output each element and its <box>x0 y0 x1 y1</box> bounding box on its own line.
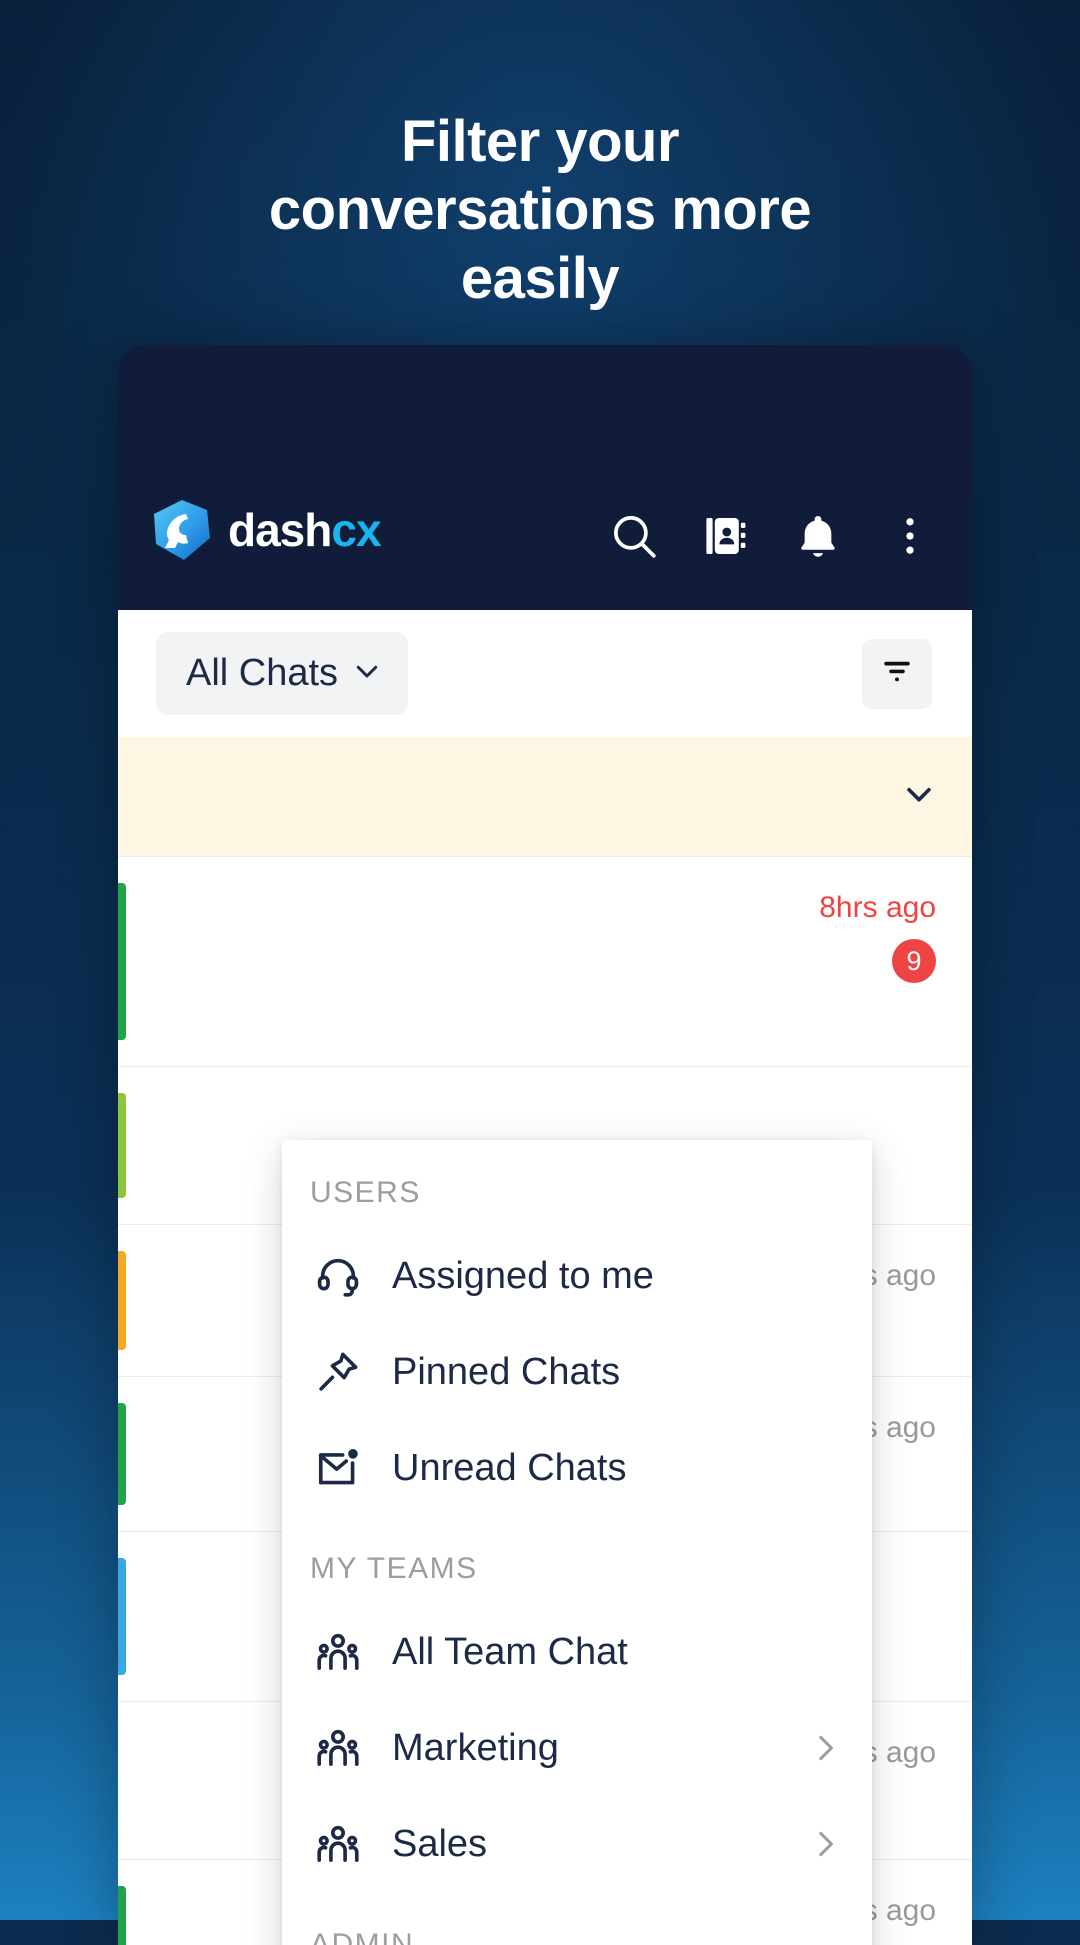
search-icon[interactable] <box>608 510 660 562</box>
menu-item-chevron-right-icon <box>808 1827 842 1861</box>
chat-row[interactable] <box>118 737 972 857</box>
pin-icon <box>312 1346 364 1398</box>
chat-row-status-bar <box>118 1251 126 1350</box>
brand-text-cx: cx <box>331 504 381 556</box>
chevron-down-icon <box>352 656 382 691</box>
chat-row-unread-badge: 9 <box>892 939 936 983</box>
all-chats-dropdown-label: All Chats <box>186 652 339 694</box>
chat-row-status-bar <box>118 1558 126 1675</box>
menu-item-label: All Team Chat <box>392 1630 628 1673</box>
more-vertical-icon[interactable] <box>884 510 936 562</box>
group-people-icon <box>312 1818 364 1870</box>
chat-row-meta: 8hrs ago 9 <box>819 857 936 983</box>
menu-item-label: Unread Chats <box>392 1446 627 1489</box>
app-logo: dashcx <box>150 498 382 562</box>
menu-section-label-my-teams: MY TEAMS <box>310 1552 478 1585</box>
chat-row-status-bar <box>118 1886 126 1945</box>
menu-item-label: Marketing <box>392 1726 559 1769</box>
app-header: dashcx <box>118 345 972 610</box>
filter-button[interactable] <box>862 638 932 709</box>
headset-icon <box>312 1250 364 1302</box>
all-chats-dropdown-button[interactable]: All Chats <box>156 632 409 715</box>
menu-item-pinned-chats[interactable]: Pinned Chats <box>282 1324 872 1420</box>
chat-row-status-bar <box>118 883 126 1040</box>
chat-filter-dropdown-menu[interactable]: USERS Assigned to me Pinned Chats Unread Ch… <box>282 1140 872 1945</box>
chat-row-expand-chevron-icon[interactable] <box>902 737 936 816</box>
filter-icon <box>880 654 914 693</box>
menu-item-marketing[interactable]: Marketing <box>282 1700 872 1796</box>
menu-item-sales[interactable]: Sales <box>282 1796 872 1892</box>
phone-mockup: dashcx All Chats 8hrs ago 9 7hrs ago ago… <box>118 345 972 1945</box>
menu-item-label: Pinned Chats <box>392 1350 621 1393</box>
menu-item-label: Sales <box>392 1822 488 1865</box>
promo-headline: Filter your conversations more easily <box>0 108 1080 313</box>
contacts-book-icon[interactable] <box>700 510 752 562</box>
bell-icon[interactable] <box>792 510 844 562</box>
chat-row-status-bar <box>118 1093 126 1198</box>
chat-row-timestamp: 8hrs ago <box>819 891 936 924</box>
menu-item-unread-chats[interactable]: Unread Chats <box>282 1420 872 1516</box>
brand-text-dash: dash <box>228 504 332 556</box>
headline-line-2: conversations more <box>268 177 812 243</box>
menu-section-label-admin: ADMIN <box>310 1928 415 1945</box>
menu-item-chevron-right-icon <box>808 1731 842 1765</box>
group-people-icon <box>312 1626 364 1678</box>
chat-row[interactable]: 8hrs ago 9 <box>118 857 972 1067</box>
app-brand-name: dashcx <box>228 504 382 556</box>
headline-line-3: easily <box>460 245 620 311</box>
app-header-actions <box>608 510 940 562</box>
chat-filter-bar: All Chats <box>118 610 972 737</box>
menu-item-assigned-to-me[interactable]: Assigned to me <box>282 1228 872 1324</box>
menu-item-label: Assigned to me <box>392 1254 654 1297</box>
headline-line-1: Filter your <box>400 109 680 174</box>
dashcx-horse-logo-icon <box>150 498 214 562</box>
chat-row-status-bar <box>118 1403 126 1505</box>
menu-item-all-team-chat[interactable]: All Team Chat <box>282 1604 872 1700</box>
menu-section-label-users: USERS <box>310 1176 421 1209</box>
group-people-icon <box>312 1722 364 1774</box>
unread-mail-icon <box>312 1442 364 1494</box>
